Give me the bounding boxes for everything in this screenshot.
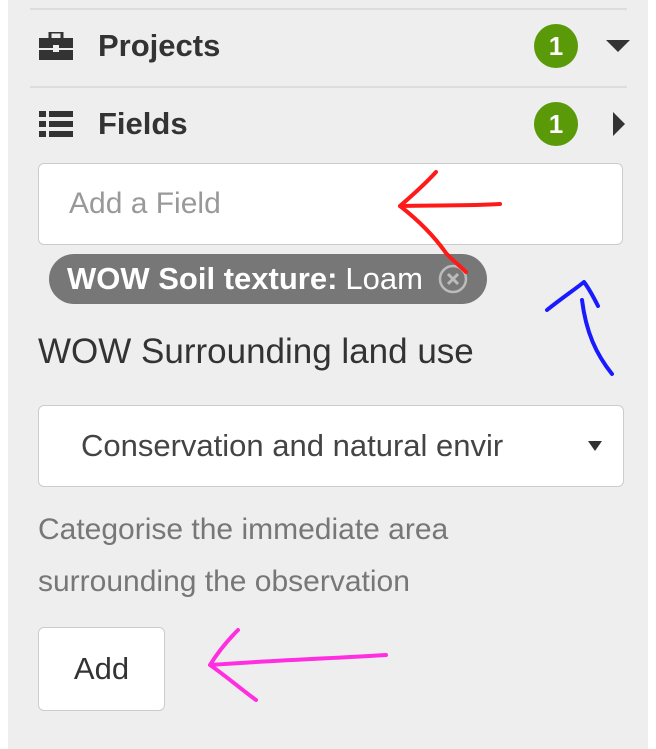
tag-key: WOW Soil texture: — [67, 261, 338, 296]
caret-down-icon — [583, 434, 607, 458]
field-tag: WOW Soil texture: Loam — [49, 254, 487, 304]
add-button[interactable]: Add — [38, 627, 165, 711]
surrounding-land-use-select[interactable]: Conservation and natural envir — [38, 405, 624, 487]
tag-value: Loam — [345, 261, 423, 296]
top-divider — [30, 8, 627, 10]
section-divider — [30, 86, 627, 88]
remove-circle-icon[interactable] — [437, 263, 469, 295]
list-icon — [38, 110, 74, 138]
caret-right-icon[interactable] — [606, 112, 630, 136]
select-value: Conservation and natural envir — [81, 428, 504, 463]
sidebar-item-label: Fields — [98, 106, 188, 141]
surrounding-land-use-help: Categorise the immediate area surroundin… — [38, 513, 449, 598]
add-field-input[interactable] — [38, 163, 623, 245]
sidebar-item-fields[interactable]: Fields 1 — [38, 94, 630, 154]
briefcase-icon — [38, 32, 74, 60]
caret-down-icon[interactable] — [606, 34, 630, 58]
fields-count-badge: 1 — [534, 102, 578, 146]
projects-count-badge: 1 — [534, 24, 578, 68]
surrounding-land-use-label: WOW Surrounding land use — [38, 332, 474, 371]
sidebar-item-projects[interactable]: Projects 1 — [38, 16, 630, 76]
sidebar-item-label: Projects — [98, 28, 221, 63]
